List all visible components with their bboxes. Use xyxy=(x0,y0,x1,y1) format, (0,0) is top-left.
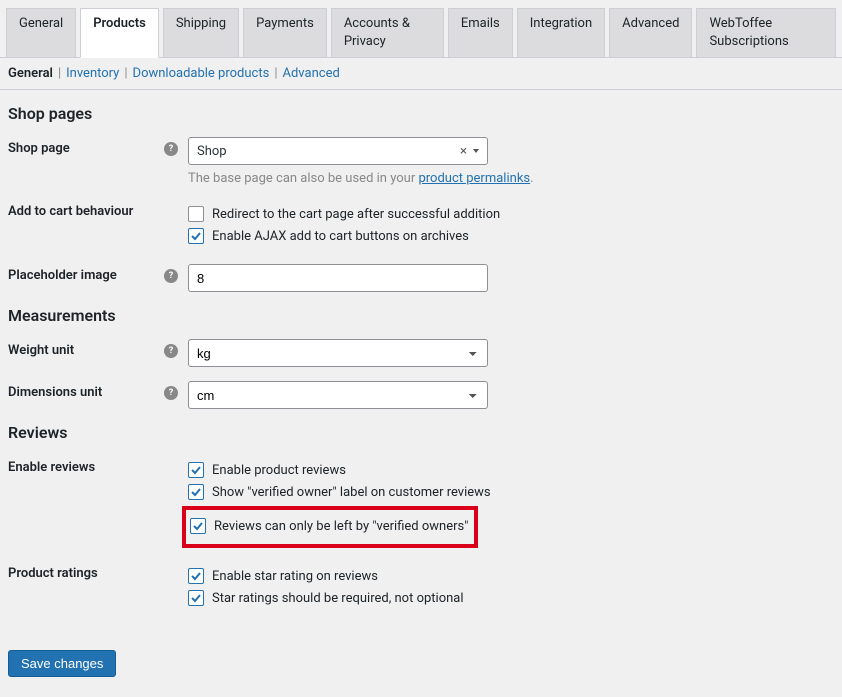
redirect-checkbox[interactable] xyxy=(188,206,204,222)
enable-reviews-checkbox[interactable] xyxy=(188,462,204,478)
row-shop-page: Shop page ? Shop × The base page can als… xyxy=(8,137,834,186)
ajax-checkbox[interactable] xyxy=(188,228,204,244)
row-enable-reviews: Enable reviews Enable product reviews Sh… xyxy=(8,456,834,548)
tab-general[interactable]: General xyxy=(6,8,76,57)
star-rating-checkbox[interactable] xyxy=(188,568,204,584)
row-weight: Weight unit ? kg xyxy=(8,339,834,367)
ajax-checkbox-line: Enable AJAX add to cart buttons on archi… xyxy=(188,228,500,244)
label-add-to-cart: Add to cart behaviour xyxy=(8,200,188,219)
permalinks-link[interactable]: product permalinks xyxy=(418,171,530,186)
chevron-down-icon xyxy=(473,149,479,153)
subtab-advanced[interactable]: Advanced xyxy=(283,66,340,81)
subtab-general[interactable]: General xyxy=(8,66,53,81)
label-product-ratings: Product ratings xyxy=(8,562,188,581)
tab-advanced[interactable]: Advanced xyxy=(609,8,692,57)
clear-icon[interactable]: × xyxy=(460,144,467,159)
verified-only-checkbox[interactable] xyxy=(190,518,206,534)
dimensions-select[interactable]: cm xyxy=(188,381,488,409)
settings-content: Shop pages Shop page ? Shop × The base p… xyxy=(0,90,842,697)
tab-accounts-privacy[interactable]: Accounts & Privacy xyxy=(331,8,444,57)
verified-owner-label-checkbox[interactable] xyxy=(188,484,204,500)
subtab-inventory[interactable]: Inventory xyxy=(66,66,119,81)
star-required-checkbox[interactable] xyxy=(188,590,204,606)
label-weight: Weight unit ? xyxy=(8,339,188,358)
help-icon[interactable]: ? xyxy=(164,142,178,156)
tab-shipping[interactable]: Shipping xyxy=(163,8,239,57)
section-measurements: Measurements xyxy=(8,306,834,325)
label-placeholder: Placeholder image ? xyxy=(8,264,188,283)
enable-reviews-line: Enable product reviews xyxy=(188,462,491,478)
label-dimensions: Dimensions unit ? xyxy=(8,381,188,400)
label-shop-page: Shop page ? xyxy=(8,137,188,156)
help-icon[interactable]: ? xyxy=(164,269,178,283)
sub-tabs: General|Inventory|Downloadable products|… xyxy=(0,58,842,90)
help-icon[interactable]: ? xyxy=(164,386,178,400)
tab-webtoffee-subscriptions[interactable]: WebToffee Subscriptions xyxy=(696,8,836,57)
shop-page-hint: The base page can also be used in your p… xyxy=(188,171,534,186)
verified-only-line: Reviews can only be left by "verified ow… xyxy=(190,518,468,534)
highlight-box: Reviews can only be left by "verified ow… xyxy=(182,506,478,548)
tab-emails[interactable]: Emails xyxy=(448,8,513,57)
star-rating-line: Enable star rating on reviews xyxy=(188,568,464,584)
tab-payments[interactable]: Payments xyxy=(243,8,327,57)
tab-products[interactable]: Products xyxy=(80,8,159,58)
section-reviews: Reviews xyxy=(8,423,834,442)
shop-page-select[interactable]: Shop × xyxy=(188,137,488,165)
row-placeholder: Placeholder image ? xyxy=(8,264,834,292)
verified-owner-label-line: Show "verified owner" label on customer … xyxy=(188,484,491,500)
save-button[interactable]: Save changes xyxy=(8,650,116,677)
label-enable-reviews: Enable reviews xyxy=(8,456,188,475)
main-tabs: GeneralProductsShippingPaymentsAccounts … xyxy=(0,0,842,58)
row-product-ratings: Product ratings Enable star rating on re… xyxy=(8,562,834,612)
redirect-checkbox-line: Redirect to the cart page after successf… xyxy=(188,206,500,222)
placeholder-input[interactable] xyxy=(188,264,488,292)
star-required-line: Star ratings should be required, not opt… xyxy=(188,590,464,606)
weight-select[interactable]: kg xyxy=(188,339,488,367)
section-shop-pages: Shop pages xyxy=(8,104,834,123)
subtab-downloadable-products[interactable]: Downloadable products xyxy=(133,66,270,81)
row-dimensions: Dimensions unit ? cm xyxy=(8,381,834,409)
tab-integration[interactable]: Integration xyxy=(517,8,605,57)
row-add-to-cart: Add to cart behaviour Redirect to the ca… xyxy=(8,200,834,250)
help-icon[interactable]: ? xyxy=(164,344,178,358)
